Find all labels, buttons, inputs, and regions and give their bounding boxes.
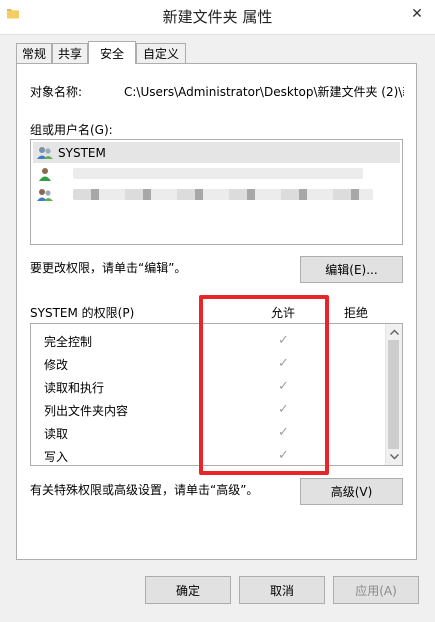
chevron-down-icon [389, 454, 399, 460]
table-row: 读取 ✓ [31, 421, 386, 444]
table-row: 读取和执行 ✓ [31, 375, 386, 398]
window-title: 新建文件夹 属性 [162, 8, 273, 26]
deny-column-header: 拒绝 [344, 306, 369, 320]
close-button[interactable]: ✕ [405, 4, 429, 24]
permission-name: 读取 [44, 427, 69, 441]
chevron-up-icon [389, 329, 399, 335]
tab-sharing[interactable]: 共享 [52, 43, 88, 63]
table-row: 完全控制 ✓ [31, 329, 386, 352]
scroll-down-button[interactable] [386, 449, 402, 465]
redacted-name [73, 168, 363, 179]
group-name: SYSTEM [58, 145, 106, 160]
allow-check-icon: ✓ [278, 425, 289, 440]
tab-general[interactable]: 常规 [16, 43, 52, 63]
group-list[interactable]: SYSTEM [30, 139, 403, 245]
scroll-thumb[interactable] [388, 340, 399, 449]
list-item[interactable] [33, 163, 400, 184]
users-group-icon [36, 145, 54, 161]
title-bar: 新建文件夹 属性 ✕ [0, 0, 435, 35]
list-item[interactable]: SYSTEM [33, 142, 400, 163]
advanced-hint: 有关特殊权限或高级设置，请单击“高级”。 [30, 483, 259, 497]
user-icon [36, 166, 54, 182]
close-icon: ✕ [411, 6, 423, 22]
permissions-title: SYSTEM 的权限(P) [30, 306, 135, 320]
group-list-label: 组或用户名(G): [30, 123, 113, 137]
users-group-icon [36, 187, 54, 203]
list-item[interactable] [33, 184, 400, 205]
allow-check-icon: ✓ [278, 448, 289, 463]
permission-name: 修改 [44, 358, 69, 372]
permission-name: 列出文件夹内容 [44, 404, 129, 418]
apply-button[interactable]: 应用(A) [333, 576, 419, 604]
ok-button[interactable]: 确定 [145, 576, 231, 604]
edit-button[interactable]: 编辑(E)... [300, 256, 403, 283]
table-row: 修改 ✓ [31, 352, 386, 375]
permission-name: 读取和执行 [44, 381, 105, 395]
allow-check-icon: ✓ [278, 356, 289, 371]
scroll-up-button[interactable] [386, 324, 402, 340]
allow-check-icon: ✓ [278, 402, 289, 417]
permissions-list[interactable]: 完全控制 ✓ 修改 ✓ 读取和执行 ✓ 列出文件夹内容 ✓ 读取 ✓ 写入 ✓ [30, 323, 403, 466]
allow-check-icon: ✓ [278, 333, 289, 348]
tab-customize[interactable]: 自定义 [136, 43, 186, 63]
object-name-label: 对象名称: [30, 85, 83, 99]
permission-name: 完全控制 [44, 335, 93, 349]
permissions-scrollbar[interactable] [385, 324, 402, 465]
cancel-button[interactable]: 取消 [239, 576, 325, 604]
allow-check-icon: ✓ [278, 379, 289, 394]
allow-column-header: 允许 [271, 306, 296, 320]
object-name-value: C:\Users\Administrator\Desktop\新建文件夹 (2)… [124, 85, 404, 99]
table-row: 列出文件夹内容 ✓ [31, 398, 386, 421]
advanced-button[interactable]: 高级(V) [300, 478, 403, 505]
redacted-name [73, 189, 373, 200]
edit-hint: 要更改权限，请单击“编辑”。 [30, 261, 187, 275]
tab-security[interactable]: 安全 [88, 41, 136, 64]
permission-name: 写入 [44, 450, 69, 464]
table-row: 写入 ✓ [31, 444, 386, 467]
